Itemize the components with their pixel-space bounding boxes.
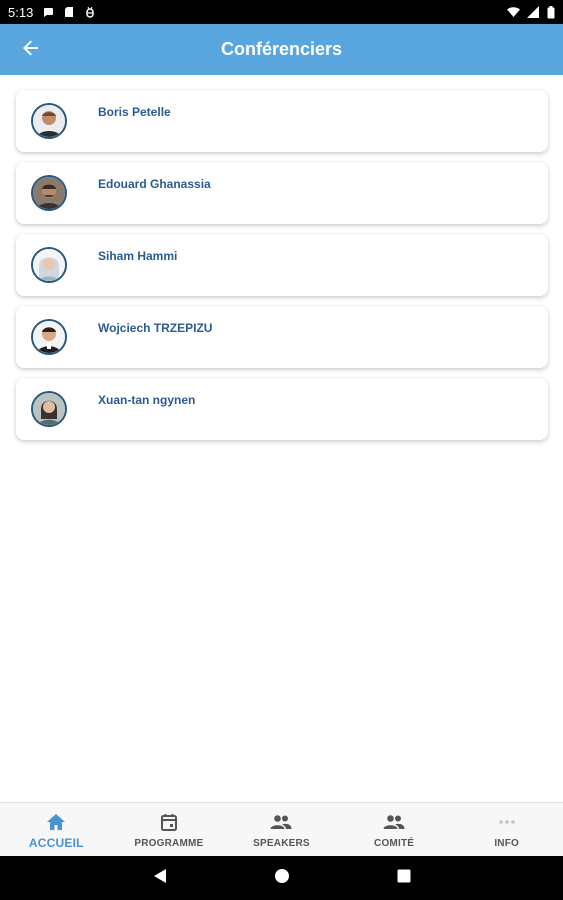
home-icon	[45, 812, 67, 832]
avatar	[31, 319, 67, 355]
speaker-name: Siham Hammi	[98, 249, 178, 263]
status-time: 5:13	[8, 4, 34, 20]
page-title: Conférenciers	[220, 39, 343, 59]
tab-accueil[interactable]: ACCUEIL	[0, 803, 113, 856]
app-bar: Conférenciers	[0, 24, 563, 75]
tab-speakers[interactable]: SPEAKERS	[225, 803, 338, 856]
tab-label: INFO	[494, 838, 520, 849]
speaker-name: Edouard Ghanassia	[98, 177, 211, 191]
status-bar: 5:13	[0, 0, 563, 24]
status-right	[507, 6, 555, 19]
bottom-nav: ACCUEIL PROGRAMME SPEAKERS COMITÉ INFO	[0, 802, 563, 856]
back-triangle-icon	[153, 868, 167, 889]
speaker-card[interactable]: Edouard Ghanassia	[16, 162, 548, 224]
system-nav-bar	[0, 856, 563, 900]
people-icon	[270, 812, 292, 832]
signal-icon	[527, 6, 539, 18]
system-recents-button[interactable]	[392, 866, 416, 890]
speaker-name: Xuan-tan ngynen	[98, 393, 196, 407]
people-icon	[383, 812, 405, 832]
speaker-card[interactable]: Boris Petelle	[16, 90, 548, 152]
tab-label: SPEAKERS	[253, 838, 310, 849]
avatar	[31, 247, 67, 283]
recents-square-icon	[397, 869, 411, 888]
tab-comite[interactable]: COMITÉ	[338, 803, 451, 856]
avatar	[31, 175, 67, 211]
speaker-card[interactable]: Xuan-tan ngynen	[16, 378, 548, 440]
chat-icon	[42, 6, 54, 18]
battery-icon	[547, 6, 555, 19]
speaker-card[interactable]: Wojciech TRZEPIZU	[16, 306, 548, 368]
calendar-icon	[158, 812, 180, 832]
speaker-name: Boris Petelle	[98, 105, 171, 119]
tab-label: ACCUEIL	[28, 836, 84, 850]
sd-card-icon	[63, 6, 75, 18]
back-button[interactable]	[18, 37, 44, 63]
arrow-back-icon	[22, 39, 40, 62]
status-left: 5:13	[8, 5, 96, 20]
more-icon	[496, 812, 518, 832]
tab-info[interactable]: INFO	[450, 803, 563, 856]
speaker-card[interactable]: Siham Hammi	[16, 234, 548, 296]
tab-programme[interactable]: PROGRAMME	[113, 803, 226, 856]
avatar	[31, 103, 67, 139]
wifi-icon	[507, 6, 520, 18]
home-circle-icon	[274, 868, 290, 889]
bug-icon	[84, 6, 96, 18]
tab-label: PROGRAMME	[134, 838, 204, 849]
system-home-button[interactable]	[270, 866, 294, 890]
tab-label: COMITÉ	[374, 838, 415, 849]
speaker-name: Wojciech TRZEPIZU	[98, 321, 213, 335]
speaker-list: Boris Petelle Edouard Ghanassia Siham Ha…	[16, 90, 548, 450]
avatar	[31, 391, 67, 427]
system-back-button[interactable]	[148, 866, 172, 890]
